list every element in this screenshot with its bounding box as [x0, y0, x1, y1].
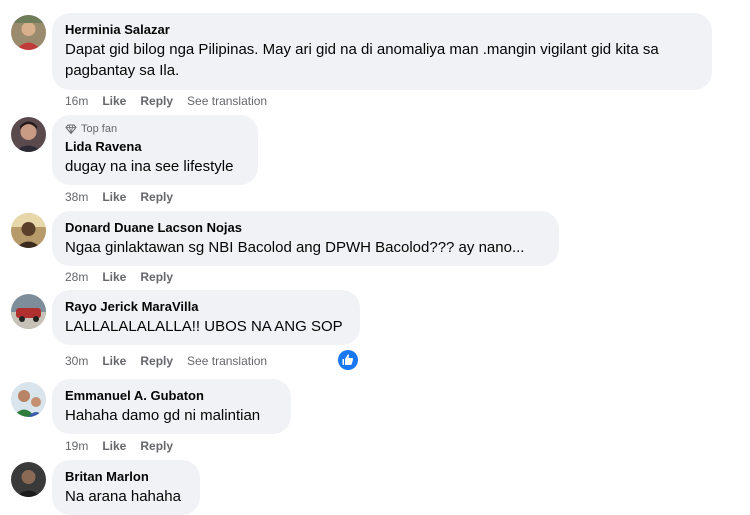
comment-author[interactable]: Donard Duane Lacson Nojas [65, 219, 546, 236]
comment-bubble: Herminia Salazar Dapat gid bilog nga Pil… [52, 13, 712, 90]
comment-author[interactable]: Lida Ravena [65, 138, 245, 155]
comment-time[interactable]: 16m [65, 93, 88, 109]
like-reaction-icon[interactable] [338, 350, 358, 370]
comment-author[interactable]: Rayo Jerick MaraVilla [65, 298, 347, 315]
comment-actions: 30m Like Reply See translation [65, 353, 267, 369]
comment-bubble: Emmanuel A. Gubaton Hahaha damo gd ni ma… [52, 379, 291, 434]
avatar[interactable] [11, 462, 46, 497]
comment-time[interactable]: 38m [65, 189, 88, 205]
comment-author[interactable]: Herminia Salazar [65, 21, 699, 38]
comment-text: LALLALALALALLA!! UBOS NA ANG SOP [65, 318, 343, 335]
see-translation-link[interactable]: See translation [187, 93, 267, 109]
badge-label: Top fan [81, 123, 118, 135]
reply-button[interactable]: Reply [140, 93, 173, 109]
comment-bubble: Top fan Lida Ravena dugay na ina see lif… [52, 115, 258, 185]
comment-bubble: Donard Duane Lacson Nojas Ngaa ginlaktaw… [52, 211, 559, 266]
comment-text: Na arana hahaha [65, 488, 181, 505]
comment-text: Dapat gid bilog nga Pilipinas. May ari g… [65, 41, 659, 79]
comment-time[interactable]: 19m [65, 438, 88, 454]
avatar[interactable] [11, 294, 46, 329]
avatar[interactable] [11, 382, 46, 417]
comment-actions: 38m Like Reply [65, 189, 173, 205]
reply-button[interactable]: Reply [140, 269, 173, 285]
comment-time[interactable]: 30m [65, 353, 88, 369]
diamond-icon [65, 123, 77, 135]
comment-actions: 19m Like Reply [65, 438, 173, 454]
reply-button[interactable]: Reply [140, 438, 173, 454]
see-translation-link[interactable]: See translation [187, 353, 267, 369]
comment-time[interactable]: 28m [65, 269, 88, 285]
reply-button[interactable]: Reply [140, 189, 173, 205]
avatar[interactable] [11, 213, 46, 248]
comment-actions: 28m Like Reply [65, 269, 173, 285]
avatar[interactable] [11, 117, 46, 152]
comment-author[interactable]: Emmanuel A. Gubaton [65, 387, 278, 404]
like-button[interactable]: Like [102, 269, 126, 285]
like-button[interactable]: Like [102, 189, 126, 205]
comment-bubble: Rayo Jerick MaraVilla LALLALALALALLA!! U… [52, 290, 360, 345]
top-fan-badge: Top fan [65, 122, 245, 136]
reply-button[interactable]: Reply [140, 353, 173, 369]
comment-text: Hahaha damo gd ni malintian [65, 407, 261, 424]
comment-actions: 16m Like Reply See translation [65, 93, 267, 109]
avatar[interactable] [11, 15, 46, 50]
like-button[interactable]: Like [102, 353, 126, 369]
comment-text: Ngaa ginlaktawan sg NBI Bacolod ang DPWH… [65, 239, 525, 256]
comment-bubble: Britan Marlon Na arana hahaha [52, 460, 200, 515]
comment-text: dugay na ina see lifestyle [65, 158, 234, 175]
like-button[interactable]: Like [102, 438, 126, 454]
comment-author[interactable]: Britan Marlon [65, 468, 187, 485]
like-button[interactable]: Like [102, 93, 126, 109]
